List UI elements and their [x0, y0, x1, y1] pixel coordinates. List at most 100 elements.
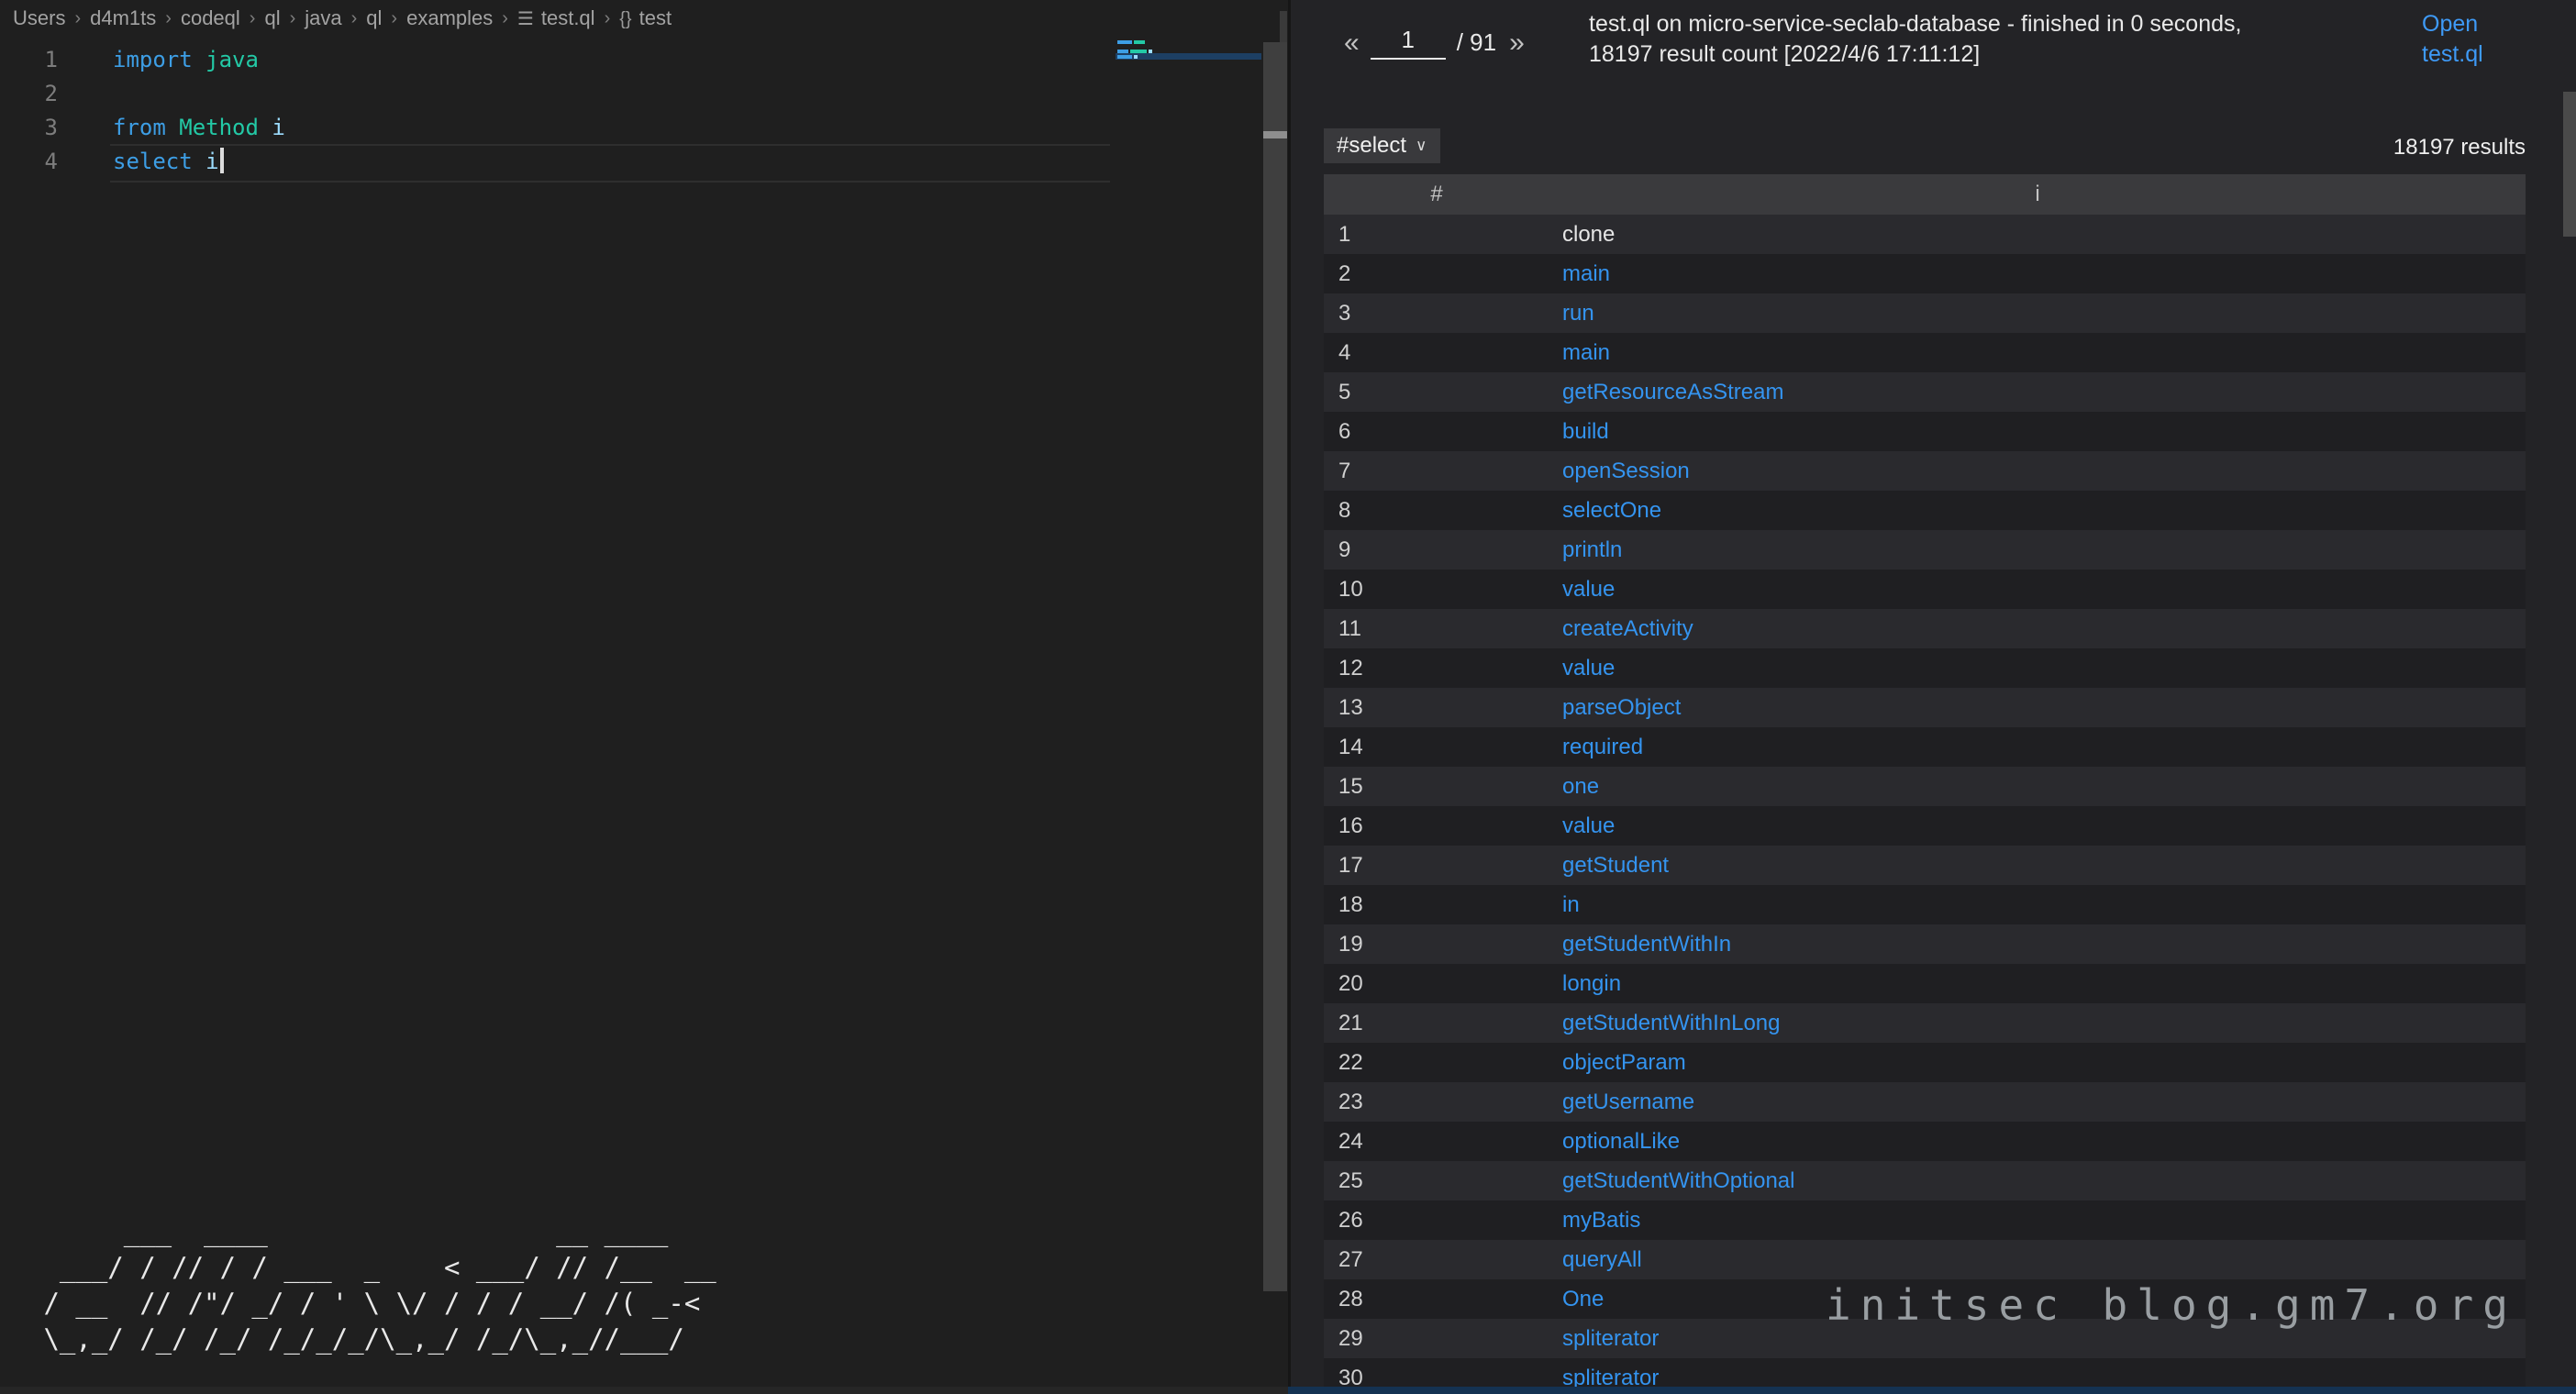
minimap-line	[1134, 40, 1145, 44]
table-row[interactable]: 13parseObject	[1324, 688, 2526, 727]
code-area[interactable]: 1import java23from Method i4select i	[0, 43, 1288, 179]
row-value-link[interactable]: objectParam	[1549, 1050, 2526, 1076]
row-value-link[interactable]: println	[1549, 537, 2526, 563]
code-line[interactable]: 1import java	[0, 43, 1288, 77]
table-row[interactable]: 20longin	[1324, 964, 2526, 1003]
breadcrumb-item[interactable]: ql	[264, 6, 280, 30]
row-value-link[interactable]: createActivity	[1549, 616, 2526, 642]
row-index: 17	[1324, 853, 1549, 879]
row-value-link[interactable]: longin	[1549, 971, 2526, 997]
table-row[interactable]: 3run	[1324, 293, 2526, 333]
panel-scrollbar-thumb[interactable]	[2563, 92, 2576, 237]
row-value-link[interactable]: value	[1549, 577, 2526, 603]
breadcrumb-item[interactable]: java	[305, 6, 341, 30]
table-row[interactable]: 17getStudent	[1324, 846, 2526, 885]
select-dropdown[interactable]: #select ∨	[1324, 128, 1440, 163]
table-row[interactable]: 19getStudentWithIn	[1324, 924, 2526, 964]
table-row[interactable]: 18in	[1324, 885, 2526, 924]
row-value-link[interactable]: getResourceAsStream	[1549, 380, 2526, 405]
table-row[interactable]: 6build	[1324, 412, 2526, 451]
row-value: clone	[1549, 222, 2526, 248]
table-row[interactable]: 24optionalLike	[1324, 1122, 2526, 1161]
row-index: 21	[1324, 1011, 1549, 1036]
code-line[interactable]: 2	[0, 77, 1288, 111]
breadcrumb-item[interactable]: Users	[13, 6, 65, 30]
row-value-link[interactable]: value	[1549, 656, 2526, 681]
row-value-link[interactable]: getStudentWithInLong	[1549, 1011, 2526, 1036]
row-value-link[interactable]: optionalLike	[1549, 1129, 2526, 1155]
row-index: 1	[1324, 222, 1549, 248]
row-value-link[interactable]: run	[1549, 301, 2526, 326]
row-value-link[interactable]: getStudent	[1549, 853, 2526, 879]
pager-next-button[interactable]: »	[1504, 28, 1530, 59]
row-value-link[interactable]: getUsername	[1549, 1090, 2526, 1115]
row-value-link[interactable]: main	[1549, 261, 2526, 287]
row-index: 20	[1324, 971, 1549, 997]
results-title: test.ql on micro-service-seclab-database…	[1589, 9, 2415, 70]
breadcrumb-item[interactable]: examples	[406, 6, 493, 30]
code-line-text: import java	[58, 43, 259, 77]
page: Users›d4m1ts›codeql›ql›java›ql›examples›…	[0, 0, 2576, 1394]
page-total-label: / 91	[1457, 28, 1496, 57]
row-value-link[interactable]: value	[1549, 813, 2526, 839]
table-row[interactable]: 9println	[1324, 530, 2526, 570]
table-row[interactable]: 26myBatis	[1324, 1200, 2526, 1240]
breadcrumb-item[interactable]: {}test	[619, 6, 672, 30]
table-row[interactable]: 2main	[1324, 254, 2526, 293]
table-row[interactable]: 10value	[1324, 570, 2526, 609]
chevron-down-icon: ∨	[1416, 137, 1427, 155]
table-row[interactable]: 23getUsername	[1324, 1082, 2526, 1122]
breadcrumb-separator: ›	[605, 8, 611, 29]
table-row[interactable]: 25getStudentWithOptional	[1324, 1161, 2526, 1200]
row-value-link[interactable]: openSession	[1549, 459, 2526, 484]
pager-prev-button[interactable]: «	[1338, 28, 1365, 59]
row-value-link[interactable]: getStudentWithOptional	[1549, 1168, 2526, 1194]
breadcrumb-item[interactable]: ql	[366, 6, 382, 30]
row-value-link[interactable]: build	[1549, 419, 2526, 445]
row-value-link[interactable]: selectOne	[1549, 498, 2526, 524]
select-dropdown-label: #select	[1337, 133, 1406, 159]
minimap[interactable]	[1116, 37, 1261, 92]
breadcrumb-item[interactable]: ☰test.ql	[517, 6, 595, 30]
editor-scrollbar-track[interactable]	[1263, 42, 1287, 1291]
row-index: 11	[1324, 616, 1549, 642]
page-number-input[interactable]	[1371, 26, 1446, 60]
row-index: 18	[1324, 892, 1549, 918]
table-row[interactable]: 1clone	[1324, 215, 2526, 254]
editor-scrollbar-thumb[interactable]	[1263, 131, 1287, 138]
row-value-link[interactable]: required	[1549, 735, 2526, 760]
table-row[interactable]: 22objectParam	[1324, 1043, 2526, 1082]
row-index: 29	[1324, 1326, 1549, 1352]
row-value-link[interactable]: spliterator	[1549, 1366, 2526, 1388]
row-value-link[interactable]: parseObject	[1549, 695, 2526, 721]
table-row[interactable]: 30spliterator	[1324, 1358, 2526, 1387]
minimap-line	[1117, 40, 1132, 44]
table-row[interactable]: 11createActivity	[1324, 609, 2526, 648]
row-value-link[interactable]: myBatis	[1549, 1208, 2526, 1234]
open-file-link[interactable]: Open test.ql	[2422, 9, 2499, 70]
table-row[interactable]: 16value	[1324, 806, 2526, 846]
row-index: 25	[1324, 1168, 1549, 1194]
code-line[interactable]: 4select i	[0, 145, 1288, 179]
table-row[interactable]: 27queryAll	[1324, 1240, 2526, 1279]
table-row[interactable]: 8selectOne	[1324, 491, 2526, 530]
row-value-link[interactable]: getStudentWithIn	[1549, 932, 2526, 957]
code-line[interactable]: 3from Method i	[0, 111, 1288, 145]
table-row[interactable]: 7openSession	[1324, 451, 2526, 491]
breadcrumb-item[interactable]: d4m1ts	[90, 6, 156, 30]
table-row[interactable]: 12value	[1324, 648, 2526, 688]
breadcrumb-item[interactable]: codeql	[181, 6, 240, 30]
table-row[interactable]: 5getResourceAsStream	[1324, 372, 2526, 412]
table-row[interactable]: 15one	[1324, 767, 2526, 806]
row-value-link[interactable]: main	[1549, 340, 2526, 366]
row-value-link[interactable]: queryAll	[1549, 1247, 2526, 1273]
table-row[interactable]: 14required	[1324, 727, 2526, 767]
breadcrumb-separator: ›	[351, 8, 358, 29]
table-row[interactable]: 4main	[1324, 333, 2526, 372]
row-index: 13	[1324, 695, 1549, 721]
table-row[interactable]: 21getStudentWithInLong	[1324, 1003, 2526, 1043]
minimap-current-line	[1116, 53, 1261, 60]
row-value-link[interactable]: in	[1549, 892, 2526, 918]
breadcrumb-separator: ›	[502, 8, 508, 29]
row-value-link[interactable]: one	[1549, 774, 2526, 800]
